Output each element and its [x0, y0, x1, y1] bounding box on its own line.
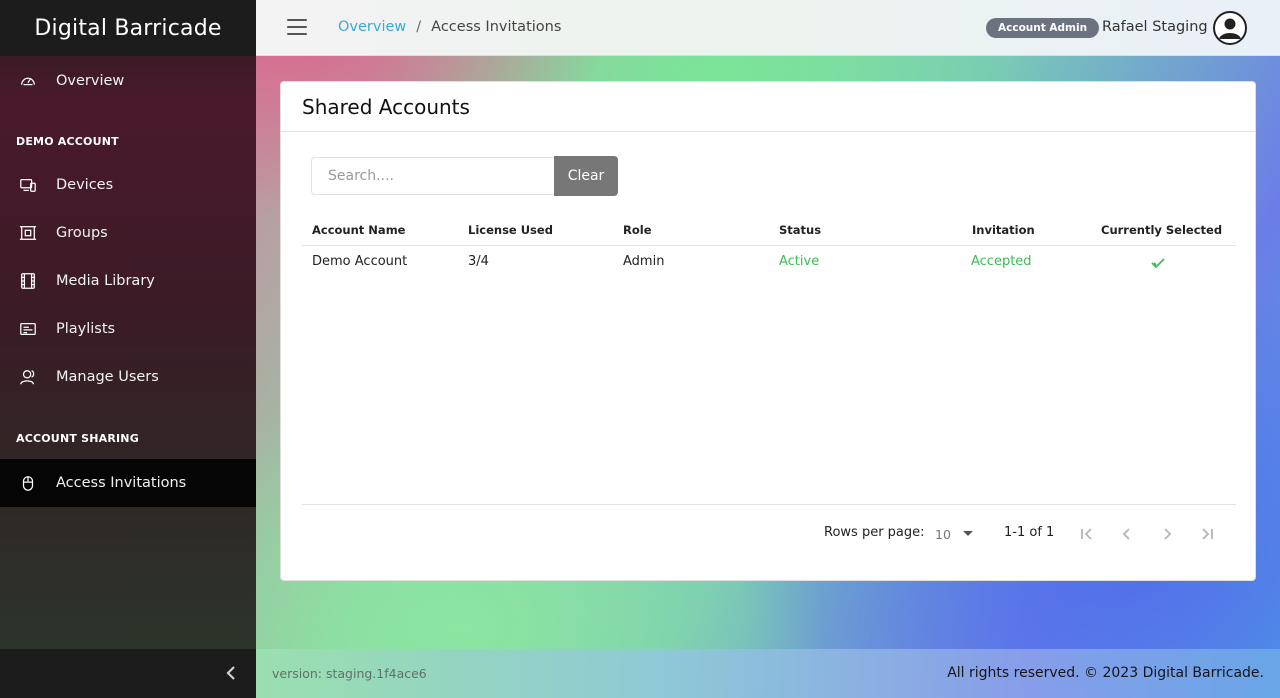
- sidebar-item-label: Playlists: [56, 321, 116, 337]
- version-text: version: staging.1f4ace6: [272, 666, 427, 681]
- role-badge: Account Admin: [986, 18, 1100, 38]
- column-header-account-name[interactable]: Account Name: [312, 223, 405, 237]
- main-content: Overview / Access Invitations Account Ad…: [256, 0, 1280, 698]
- groups-icon: [18, 223, 38, 243]
- user-name[interactable]: Rafael Staging: [1102, 19, 1208, 35]
- caret-down-icon: [963, 531, 973, 536]
- rows-per-page-label: Rows per page:: [824, 525, 925, 540]
- user-avatar-icon: [1219, 18, 1241, 39]
- avatar[interactable]: [1213, 11, 1247, 45]
- card-divider: [281, 131, 1255, 132]
- last-page-icon: [1202, 528, 1213, 540]
- sidebar-item-label: Media Library: [56, 273, 155, 289]
- sidebar-item-devices[interactable]: Devices: [0, 163, 256, 207]
- first-page-button[interactable]: [1076, 523, 1098, 545]
- cell-role: Admin: [623, 254, 665, 269]
- cell-account-name: Demo Account: [312, 254, 408, 269]
- table-row[interactable]: Demo Account 3/4 Admin Active Accepted: [302, 246, 1236, 278]
- top-bar: Overview / Access Invitations Account Ad…: [256, 0, 1280, 56]
- sidebar-item-groups[interactable]: Groups: [0, 211, 256, 255]
- section-title-account-sharing: ACCOUNT SHARING: [16, 432, 139, 445]
- users-icon: [18, 367, 38, 387]
- column-header-status[interactable]: Status: [779, 223, 821, 237]
- film-icon: [18, 271, 38, 291]
- pagination-range: 1-1 of 1: [1004, 525, 1055, 540]
- copyright-text: All rights reserved. © 2023 Digital Barr…: [947, 665, 1264, 681]
- chevron-left-icon: [226, 666, 235, 680]
- sidebar-item-manage-users[interactable]: Manage Users: [0, 355, 256, 399]
- breadcrumb-current: Access Invitations: [431, 19, 562, 35]
- clear-button[interactable]: Clear: [554, 156, 618, 196]
- search-input[interactable]: [311, 157, 555, 195]
- sidebar-item-playlists[interactable]: Playlists: [0, 307, 256, 351]
- accounts-table: Account Name License Used Role Status In…: [302, 220, 1236, 278]
- sidebar-item-label: Access Invitations: [56, 475, 187, 491]
- cell-status: Active: [779, 254, 820, 269]
- sidebar: Digital Barricade Overview DEMO ACCOUNT …: [0, 0, 256, 698]
- sidebar-item-overview[interactable]: Overview: [0, 59, 256, 103]
- sidebar-item-access-invitations[interactable]: Access Invitations: [0, 459, 256, 507]
- breadcrumb-overview-link[interactable]: Overview: [338, 19, 406, 35]
- check-icon: [1150, 255, 1166, 275]
- column-header-currently-selected[interactable]: Currently Selected: [1101, 223, 1222, 237]
- collapse-sidebar-button[interactable]: [222, 664, 240, 682]
- column-header-invitation[interactable]: Invitation: [972, 223, 1035, 237]
- column-header-license-used[interactable]: License Used: [468, 223, 553, 237]
- sidebar-footer: [0, 649, 256, 698]
- table-footer-divider: [302, 504, 1236, 505]
- hamburger-line: [287, 33, 307, 35]
- rows-per-page-select[interactable]: 10: [935, 525, 975, 543]
- page-footer: version: staging.1f4ace6 All rights rese…: [256, 649, 1280, 698]
- chevron-right-icon: [1164, 528, 1172, 540]
- section-title-demo-account: DEMO ACCOUNT: [16, 135, 119, 148]
- hamburger-line: [287, 26, 307, 28]
- playlist-icon: [18, 319, 38, 339]
- cell-license-used: 3/4: [468, 254, 489, 269]
- first-page-icon: [1081, 528, 1092, 540]
- dashboard-gauge-icon: [18, 71, 38, 91]
- sidebar-item-label: Devices: [56, 177, 114, 193]
- shared-accounts-card: Shared Accounts Clear Account Name Licen…: [280, 81, 1256, 581]
- breadcrumb: Overview / Access Invitations: [338, 19, 561, 35]
- mouse-icon: [18, 473, 38, 493]
- chevron-left-icon: [1122, 528, 1130, 540]
- sidebar-item-label: Groups: [56, 225, 108, 241]
- menu-toggle-button[interactable]: [287, 19, 307, 37]
- previous-page-button[interactable]: [1116, 523, 1138, 545]
- column-header-role[interactable]: Role: [623, 223, 652, 237]
- rows-per-page-value: 10: [935, 526, 951, 542]
- cell-invitation: Accepted: [971, 254, 1032, 269]
- devices-icon: [18, 175, 38, 195]
- breadcrumb-separator: /: [416, 19, 422, 35]
- next-page-button[interactable]: [1156, 523, 1178, 545]
- hamburger-icon: [287, 19, 307, 21]
- table-header: Account Name License Used Role Status In…: [302, 220, 1236, 246]
- card-title: Shared Accounts: [302, 95, 470, 119]
- sidebar-item-label: Manage Users: [56, 369, 159, 385]
- brand-logo[interactable]: Digital Barricade: [0, 0, 256, 56]
- sidebar-item-media-library[interactable]: Media Library: [0, 259, 256, 303]
- last-page-button[interactable]: [1196, 523, 1218, 545]
- sidebar-item-label: Overview: [56, 73, 125, 89]
